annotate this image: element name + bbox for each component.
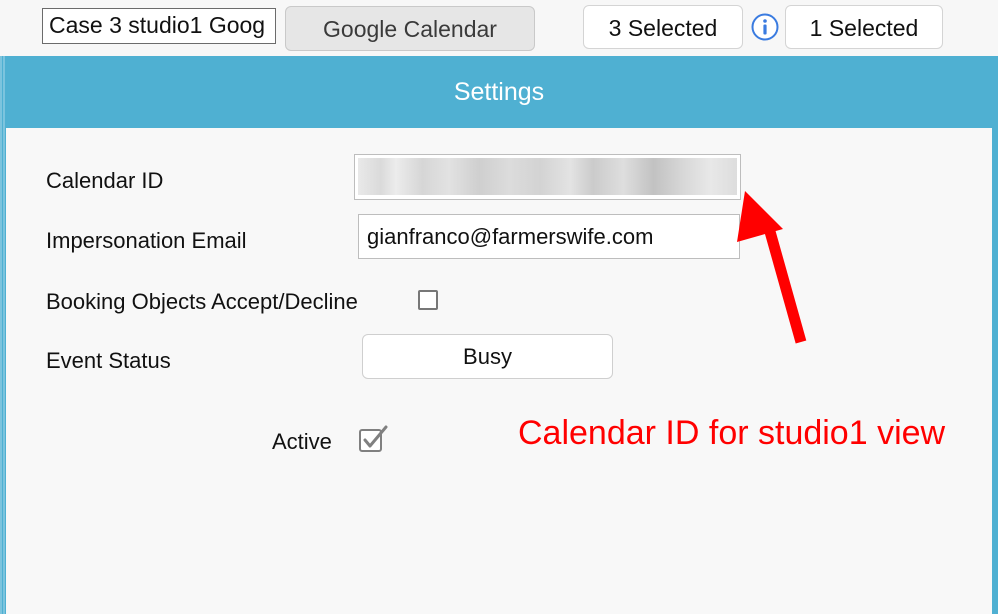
impersonation-email-label: Impersonation Email — [46, 228, 247, 253]
impersonation-email-field[interactable]: gianfranco@farmerswife.com — [358, 214, 740, 259]
info-icon[interactable] — [750, 12, 780, 42]
calendar-id-field[interactable] — [354, 154, 741, 200]
panel-title: Settings — [453, 78, 545, 106]
connection-name-input[interactable]: Case 3 studio1 Goog — [42, 8, 276, 44]
google-calendar-button[interactable]: Google Calendar — [285, 6, 535, 51]
event-status-label: Event Status — [46, 348, 171, 373]
event-status-button[interactable]: Busy — [362, 334, 613, 379]
booking-objects-checkbox[interactable] — [418, 290, 438, 310]
annotation-text: Calendar ID for studio1 view — [518, 414, 946, 452]
calendar-id-label: Calendar ID — [46, 168, 164, 193]
selected-right-button[interactable]: 1 Selected — [785, 5, 943, 49]
selected-left-button[interactable]: 3 Selected — [583, 5, 743, 49]
booking-objects-label: Booking Objects Accept/Decline — [46, 289, 358, 314]
settings-panel: Settings Calendar ID Impersonation Email… — [0, 56, 998, 614]
active-checkbox[interactable] — [359, 425, 389, 453]
active-label: Active — [272, 429, 332, 454]
top-toolbar: Case 3 studio1 Goog Google Calendar 3 Se… — [0, 0, 998, 56]
redacted-calendar-id — [358, 158, 737, 195]
settings-body: Calendar ID Impersonation Email gianfran… — [6, 128, 992, 614]
